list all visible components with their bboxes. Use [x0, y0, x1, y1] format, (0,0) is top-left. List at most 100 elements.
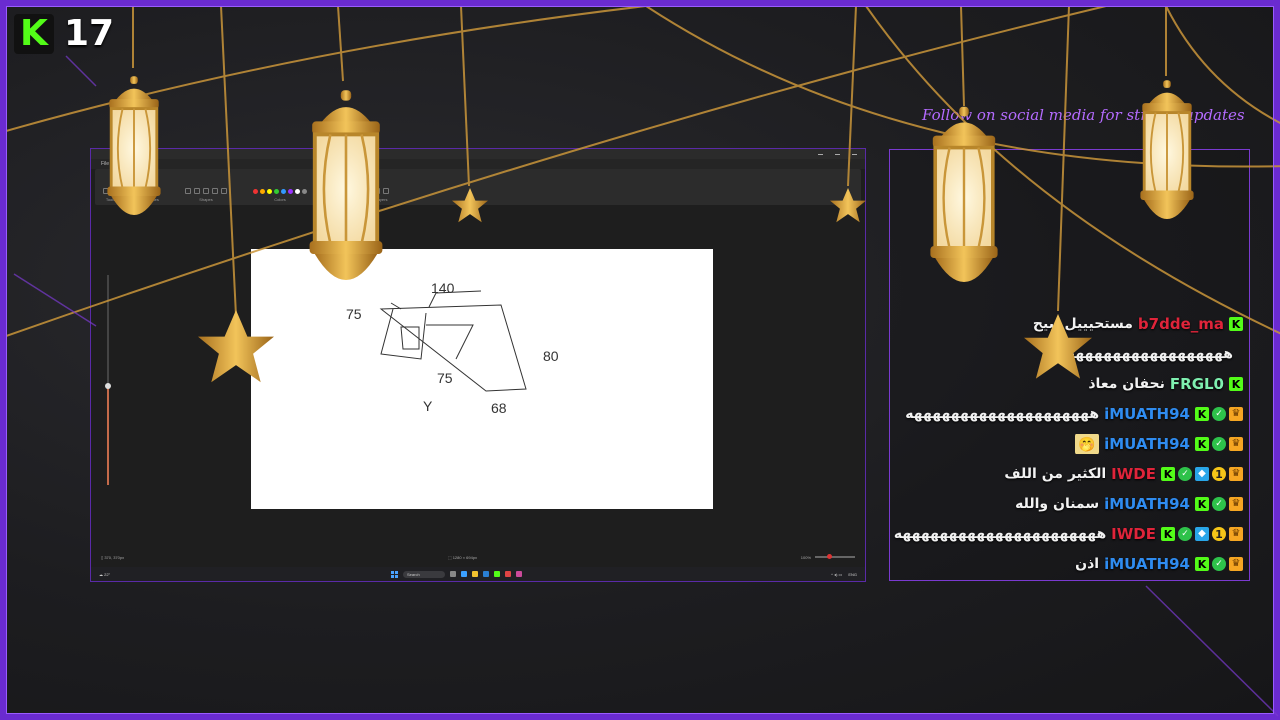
- verified-badge-icon: ✓: [1178, 527, 1192, 541]
- ribbon-group[interactable]: Brushes: [144, 188, 159, 202]
- ribbon-group[interactable]: Layers: [374, 188, 389, 202]
- verified-badge-icon: ✓: [1212, 407, 1226, 421]
- ribbon-group-label: Layers: [375, 197, 388, 202]
- chat-message: K ✓ ♛ iMUATH94 🤭: [890, 434, 1243, 454]
- chat-text: نحفان معاذ: [1088, 376, 1165, 392]
- gift-badge-icon: ◆: [1195, 467, 1209, 481]
- chat-username[interactable]: IWDE: [1111, 465, 1156, 483]
- crown-badge-icon: ♛: [1229, 527, 1243, 541]
- chat-text: مستحيييل يبيح: [1032, 316, 1133, 332]
- verified-badge-icon: ✓: [1212, 557, 1226, 571]
- edge-icon[interactable]: [461, 571, 467, 577]
- chat-message: K ✓ ♛ iMUATH94 سمنان والله: [890, 494, 1243, 514]
- sketch-label: 75: [346, 306, 362, 322]
- ribbon-group-label: Colors: [274, 197, 286, 202]
- paint-icon[interactable]: [516, 571, 522, 577]
- ribbon-group-label: Shapes: [199, 197, 213, 202]
- chat-message: K FRGL0 نحفان معاذ: [890, 374, 1243, 394]
- chat-badges: K ✓ ♛: [1195, 557, 1243, 571]
- chat-message: K ✓ ♛ iMUATH94 اذن: [890, 554, 1243, 574]
- crown-badge-icon: ♛: [1229, 437, 1243, 451]
- crown-badge-icon: ♛: [1229, 497, 1243, 511]
- chat-username[interactable]: iMUATH94: [1104, 555, 1190, 573]
- chat-message: Kb7dde_ma مستحيييل يبيح: [890, 314, 1243, 334]
- social-media-banner: Follow on social media for stream update…: [922, 106, 1245, 124]
- ribbon-group[interactable]: Tools: [103, 188, 118, 202]
- maximize-icon[interactable]: [835, 153, 840, 155]
- ribbon-group-label: Tools: [105, 197, 116, 202]
- chat-text: سمنان والله: [1015, 496, 1100, 512]
- chat-message: K ✓ ◆ 1 ♛ IWDE الكثير من اللف: [890, 464, 1243, 484]
- sub-badge-icon: 1: [1212, 467, 1226, 481]
- ribbon-group-label: Copilot: [334, 197, 347, 202]
- sketch-label: Y: [423, 398, 433, 414]
- chat-username[interactable]: FRGL0: [1170, 375, 1224, 393]
- sketch-label: 80: [543, 348, 559, 364]
- crown-badge-icon: ♛: [1229, 467, 1243, 481]
- chat-badges: K: [1229, 317, 1243, 331]
- crown-badge-icon: ♛: [1229, 407, 1243, 421]
- kick-badge-icon: K: [1229, 317, 1243, 331]
- chat-username[interactable]: b7dde_ma: [1138, 315, 1224, 333]
- sketch-label: 68: [491, 400, 507, 416]
- chat-message: K ✓ ♛ iMUATH94 ههههههههههههههههههههه: [890, 404, 1243, 424]
- emote-icon: 🤭: [1075, 434, 1100, 454]
- verified-badge-icon: ✓: [1178, 467, 1192, 481]
- viewer-count: 17: [64, 13, 115, 54]
- ribbon-group[interactable]: Colors: [253, 189, 307, 202]
- sketch-label: 75: [437, 370, 453, 386]
- app-icon[interactable]: [494, 571, 500, 577]
- chat-message-list: Kb7dde_ma مستحيييل يبيح هههههههههههههههههه…: [890, 314, 1249, 574]
- status-bar: ▯ 370, 370px ⬚ 1280 × 694px 100%: [91, 553, 865, 561]
- drawing-canvas[interactable]: 140 75 75 80 68 Y: [251, 249, 713, 509]
- kick-badge-icon: K: [1195, 497, 1209, 511]
- close-icon[interactable]: [852, 153, 857, 155]
- menu-bar: File Edit View: [91, 159, 865, 169]
- crown-badge-icon: ♛: [1229, 557, 1243, 571]
- minimize-icon[interactable]: [818, 153, 823, 155]
- brush-size-slider[interactable]: [105, 275, 111, 485]
- ribbon-group[interactable]: Copilot: [333, 188, 348, 202]
- gift-badge-icon: ◆: [1195, 527, 1209, 541]
- canvas-sketch: 140 75 75 80 68 Y: [346, 280, 559, 416]
- chat-badges: K ✓ ◆ 1 ♛: [1161, 527, 1243, 541]
- chat-badges: K ✓ ♛: [1195, 437, 1243, 451]
- zoom-slider[interactable]: [815, 554, 855, 559]
- chrome-icon[interactable]: [505, 571, 511, 577]
- windows-start-icon[interactable]: [391, 570, 398, 578]
- explorer-icon[interactable]: [472, 571, 478, 577]
- taskview-icon[interactable]: [450, 571, 456, 577]
- chat-text: ههههههههههههههههههههههه: [893, 526, 1107, 542]
- chat-username[interactable]: iMUATH94: [1104, 435, 1190, 453]
- paint-ribbon: Tools Brushes Shapes Colors Copilot Layers: [95, 169, 861, 205]
- chat-text: ههههههههههههههههههههه: [905, 406, 1100, 422]
- sketch-label: 140: [431, 280, 455, 296]
- screen-capture-window: File Edit View Tools Brushes Shapes Colors C…: [90, 148, 866, 582]
- kick-badge-icon: K: [1229, 377, 1243, 391]
- chat-message: K ✓ ◆ 1 ♛ IWDE ههههههههههههههههههههههه: [890, 524, 1243, 544]
- verified-badge-icon: ✓: [1212, 437, 1226, 451]
- chat-text: اذن: [1075, 556, 1100, 572]
- chat-username[interactable]: iMUATH94: [1104, 495, 1190, 513]
- kick-badge-icon: K: [1161, 527, 1175, 541]
- store-icon[interactable]: [483, 571, 489, 577]
- chat-badges: K ✓ ♛: [1195, 407, 1243, 421]
- chat-text: الكثير من اللف: [1004, 466, 1107, 482]
- chat-username[interactable]: IWDE: [1111, 525, 1156, 543]
- ribbon-group-label: Brushes: [144, 197, 159, 202]
- chat-badges: K: [1229, 377, 1243, 391]
- taskbar-search-input[interactable]: Search: [403, 570, 445, 578]
- windows-taskbar: ☁ 22° Search ^ ◂) ▭ ENG: [91, 567, 865, 581]
- ribbon-group[interactable]: Shapes: [185, 188, 227, 202]
- kick-badge-icon: K: [1195, 407, 1209, 421]
- stream-overlay-frame: K 17 File Edit View Tools Brushes Shapes Co…: [0, 0, 1280, 720]
- chat-panel: Kb7dde_ma مستحيييل يبيح هههههههههههههههههه…: [889, 149, 1250, 581]
- kick-badge-icon: K: [1161, 467, 1175, 481]
- chat-message: ههههههههههههههههههه: [890, 344, 1243, 364]
- chat-badges: K ✓ ◆ 1 ♛: [1161, 467, 1243, 481]
- kick-badge-icon: K: [1195, 437, 1209, 451]
- window-titlebar: [91, 149, 865, 159]
- chat-username[interactable]: iMUATH94: [1104, 405, 1190, 423]
- viewer-count-badge: K 17: [14, 14, 114, 54]
- kick-badge-icon: K: [1195, 557, 1209, 571]
